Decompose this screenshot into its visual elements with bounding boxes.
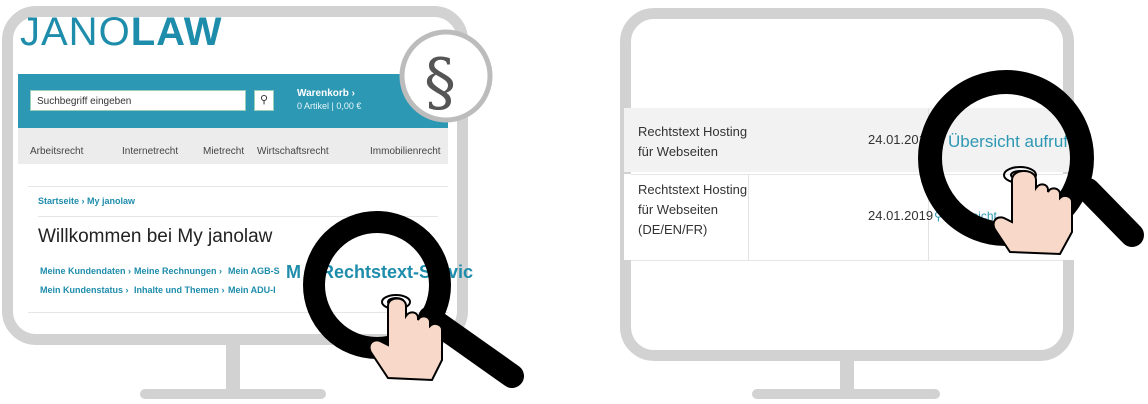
svg-text:§: § <box>424 46 456 120</box>
paragraph-badge-icon: § <box>399 29 493 123</box>
illustration-overlay: § <box>303 29 1144 388</box>
pointing-hand-icon <box>992 166 1073 256</box>
